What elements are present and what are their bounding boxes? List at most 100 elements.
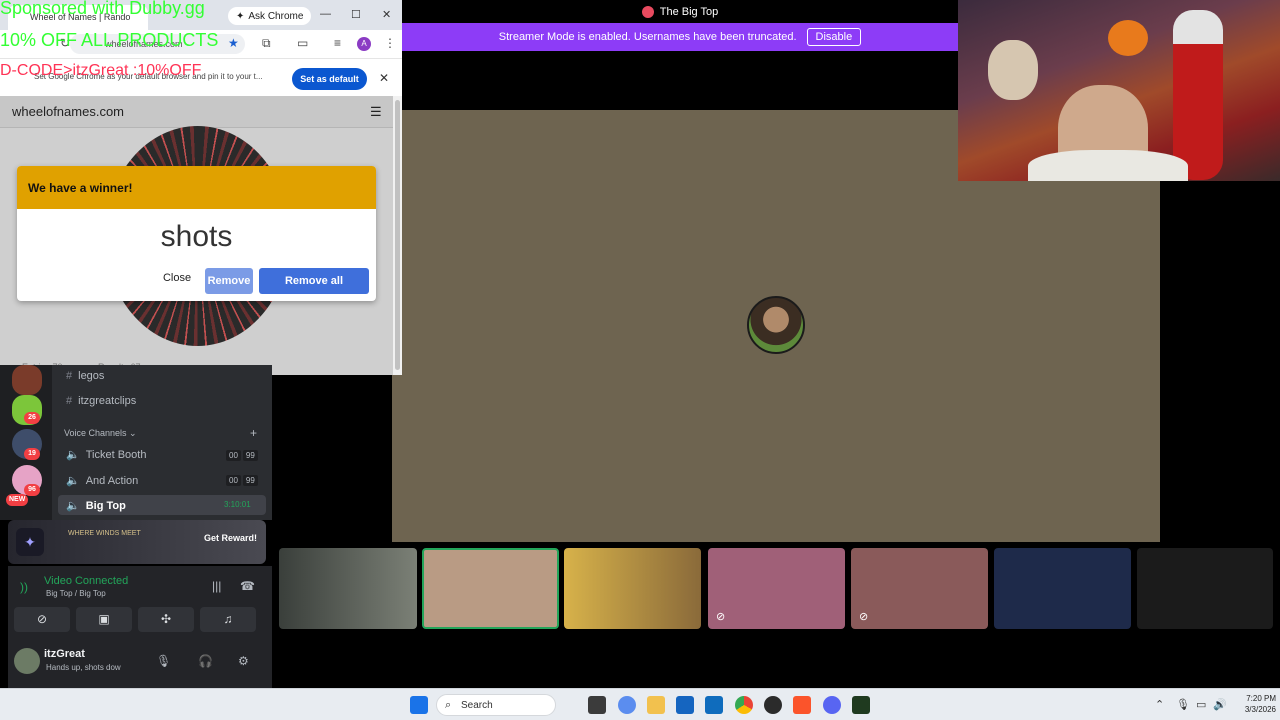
site-name[interactable]: wheelofnames.com: [12, 104, 124, 119]
winner-dialog-title: We have a winner!: [28, 181, 133, 195]
mention-badge: 19: [24, 448, 40, 460]
copilot-icon[interactable]: [618, 696, 636, 714]
participant-tile[interactable]: ⊘: [708, 548, 845, 629]
get-reward-button[interactable]: Get Reward!: [204, 533, 257, 543]
voice-channel-and-action[interactable]: 🔈 And Action: [66, 474, 138, 487]
streamer-mode-banner: Streamer Mode is enabled. Usernames have…: [402, 23, 958, 51]
headphones-icon[interactable]: 🎧: [198, 654, 213, 668]
speaker-avatar[interactable]: [747, 296, 805, 354]
windows-start-icon[interactable]: [410, 696, 428, 714]
taskbar-search[interactable]: ⌕ Search: [436, 694, 556, 716]
obs-icon[interactable]: [764, 696, 782, 714]
terminal-icon[interactable]: [852, 696, 870, 714]
hamburger-menu-icon[interactable]: ☰: [370, 104, 382, 120]
quest-promo-card[interactable]: ✦ WHERE WINDS MEET Get Reward!: [8, 520, 266, 564]
media-icon[interactable]: ≡: [334, 36, 341, 50]
close-button[interactable]: Close: [157, 272, 197, 284]
server-rail: 26 19 96 NEW: [0, 365, 52, 520]
search-icon: ⌕: [445, 699, 452, 711]
settings-gear-icon[interactable]: ⚙: [238, 654, 249, 668]
microphone-icon[interactable]: 🎙: [156, 654, 171, 668]
bookmark-star-icon[interactable]: ★: [228, 36, 239, 50]
voice-channels-header[interactable]: Voice Channels ⌄: [64, 428, 137, 439]
taskbar-clock[interactable]: 7:20 PM 3/3/2026: [1226, 693, 1276, 715]
windows-taskbar: ⌕ Search ⌃ 🎙 ▭ 🔊 7:20 PM 3/3/2026: [0, 688, 1280, 720]
new-badge: NEW: [6, 494, 29, 506]
clown-decoration: [1173, 10, 1223, 180]
screen-share-button[interactable]: ▣: [76, 607, 132, 632]
volume-icon[interactable]: 🔊: [1213, 698, 1227, 711]
promo-brand: WHERE WINDS MEET: [68, 530, 141, 537]
cast-icon[interactable]: ▭: [297, 36, 308, 50]
chrome-window: Wheel of Names | Rando ✦ Ask Chrome — ☐ …: [0, 0, 402, 375]
store-icon[interactable]: [676, 696, 694, 714]
disable-streamer-mode-button[interactable]: Disable: [806, 28, 862, 46]
mention-badge: 96: [24, 484, 40, 496]
streamer-mode-text: Streamer Mode is enabled. Usernames have…: [498, 31, 797, 43]
clock-time: 7:20 PM: [1246, 694, 1276, 703]
sparkle-icon: ✦: [236, 10, 245, 22]
streamer-shirt: [1028, 150, 1188, 181]
voice-channel-big-top[interactable]: 🔈 Big Top: [66, 499, 126, 512]
voice-status[interactable]: Video Connected: [44, 575, 128, 587]
set-as-default-button[interactable]: Set as default: [292, 68, 367, 90]
channel-itzgreatclips[interactable]: # itzgreatclips: [66, 395, 136, 407]
window-title: The Big Top: [659, 5, 719, 18]
search-label: Search: [461, 700, 493, 711]
user-limit: 00 99: [224, 450, 258, 461]
extensions-icon[interactable]: ⧉: [262, 36, 271, 51]
participant-tile[interactable]: [564, 548, 701, 629]
username[interactable]: itzGreat: [44, 648, 85, 660]
channel-legos[interactable]: # legos: [66, 370, 104, 382]
disconnect-icon[interactable]: ☎: [240, 579, 255, 593]
user-area: itzGreat Hands up, shots dow 🎙 🎧 ⚙: [8, 642, 272, 688]
tray-mic-icon[interactable]: 🎙: [1176, 698, 1190, 711]
task-view-icon[interactable]: [588, 696, 606, 714]
discord-app-icon: [641, 5, 654, 18]
scrollbar-thumb[interactable]: [395, 100, 400, 370]
minimize-icon[interactable]: —: [320, 8, 331, 20]
close-window-icon[interactable]: ✕: [382, 8, 391, 21]
soundboard-button[interactable]: ♫: [200, 607, 256, 632]
ask-chrome-button[interactable]: ✦ Ask Chrome: [228, 7, 312, 25]
activities-button[interactable]: ✣: [138, 607, 194, 632]
voice-channel-path[interactable]: Big Top / Big Top: [46, 589, 106, 598]
remove-all-instances-button[interactable]: Remove all instances: [259, 268, 369, 294]
noise-suppression-icon[interactable]: |||: [212, 579, 221, 593]
brave-icon[interactable]: [793, 696, 811, 714]
muted-mic-icon: ⊘: [716, 611, 726, 623]
sponsor-overlay-line2: 10% OFF ALL PRODUCTS: [0, 30, 219, 50]
participant-tile[interactable]: [994, 548, 1131, 629]
participant-tile[interactable]: [1137, 548, 1273, 629]
channel-timer: 3:10:01: [224, 500, 251, 509]
participant-tile[interactable]: ⊘: [851, 548, 988, 629]
screen: The Big Top Streamer Mode is enabled. Us…: [0, 0, 1280, 720]
outlook-icon[interactable]: [705, 696, 723, 714]
mention-badge: 26: [24, 412, 40, 424]
signal-icon[interactable]: )): [20, 580, 28, 594]
participant-tile-speaking[interactable]: [422, 548, 559, 629]
add-channel-icon[interactable]: +: [250, 426, 257, 440]
profile-avatar[interactable]: A: [357, 37, 371, 51]
network-icon[interactable]: ▭: [1196, 698, 1206, 711]
tray-chevron-icon[interactable]: ⌃: [1155, 698, 1164, 711]
participant-tile[interactable]: [279, 548, 417, 629]
chrome-menu-icon[interactable]: ⋮: [384, 36, 396, 50]
discord-icon[interactable]: [823, 696, 841, 714]
server-icon[interactable]: [12, 365, 42, 395]
muted-mic-icon: ⊘: [859, 611, 869, 623]
camera-off-button[interactable]: ⊘: [14, 607, 70, 632]
voice-channel-ticket-booth[interactable]: 🔈 Ticket Booth: [66, 448, 146, 461]
page-scrollbar[interactable]: [393, 96, 402, 375]
remove-button[interactable]: Remove: [205, 268, 253, 294]
user-custom-status: Hands up, shots dow: [46, 663, 121, 672]
file-explorer-icon[interactable]: [647, 696, 665, 714]
maximize-icon[interactable]: ☐: [351, 8, 361, 21]
winner-dialog-header: We have a winner!: [17, 166, 376, 209]
user-avatar[interactable]: [14, 648, 40, 674]
chrome-icon[interactable]: [735, 696, 753, 714]
speaker-icon: 🔈: [66, 449, 80, 461]
webcam-overlay: [958, 0, 1280, 181]
close-infobar-icon[interactable]: ✕: [379, 71, 389, 85]
speaker-icon: 🔈: [66, 500, 80, 512]
